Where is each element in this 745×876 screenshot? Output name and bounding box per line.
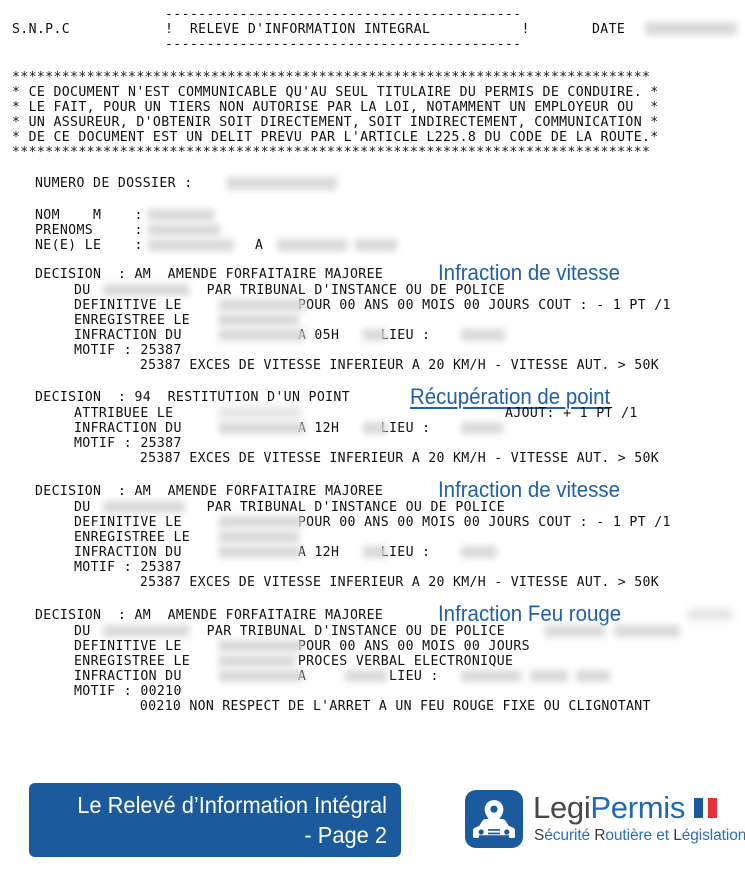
nom-value-redaction xyxy=(148,209,214,221)
notice-line: * UN ASSUREUR, D'OBTENIR SOIT DIRECTEMEN… xyxy=(12,115,659,130)
decision-motif-detail: 00210 NON RESPECT DE L'ARRET A UN FEU RO… xyxy=(74,699,651,714)
notice-line: * CE DOCUMENT N'EST COMMUNICABLE QU'AU S… xyxy=(12,85,659,100)
tagline-outiere: outière et xyxy=(605,827,674,844)
decision-lieu-redaction xyxy=(461,329,505,341)
naissance-date-redaction xyxy=(148,239,234,251)
dossier-label: NUMERO DE DOSSIER : xyxy=(35,176,193,191)
logo-word-permis: Permis xyxy=(590,790,686,825)
decision-enregistree-date-redaction xyxy=(219,314,299,326)
decision-infraction-date-redaction xyxy=(219,546,301,558)
date-value-redaction xyxy=(645,22,737,35)
decision-infraction-date-redaction xyxy=(219,422,305,434)
decision-tribunal-redaction xyxy=(545,625,605,637)
decision-motif-line: MOTIF : 25387 xyxy=(74,560,182,575)
rii-document-scan: S.N.P.C --------------------------------… xyxy=(0,0,745,760)
decision-attribuee-date-redaction xyxy=(219,407,301,419)
decision-motif-detail: 25387 EXCES DE VITESSE INFERIEUR A 20 KM… xyxy=(74,358,660,373)
dossier-number-redaction xyxy=(227,177,337,190)
decision-motif-line: MOTIF : 25387 xyxy=(74,436,182,451)
decision-line: ENREGISTREE LE xyxy=(74,530,191,545)
decision-header: DECISION : AM AMENDE FORFAITAIRE MAJOREE xyxy=(35,267,384,282)
decision-lieu-redaction xyxy=(461,546,497,558)
decision-heure-redaction xyxy=(363,422,387,434)
notice-line: * DE CE DOCUMENT EST UN DELIT PREVU PAR … xyxy=(12,130,659,145)
legipermis-logo[interactable]: LegiPermis Sécurité Routière et Législat… xyxy=(465,788,745,854)
annotation-infraction-feu-rouge: Infraction Feu rouge xyxy=(438,601,622,626)
tagline-cap-r: R xyxy=(594,827,606,844)
tagline-cap-s: S xyxy=(534,827,545,844)
banner-line-2: - Page 2 xyxy=(304,822,387,848)
decision-motif-detail: 25387 EXCES DE VITESSE INFERIEUR A 20 KM… xyxy=(74,451,660,466)
document-title-line: ! RELEVE D'INFORMATION INTEGRAL ! xyxy=(165,22,530,37)
decision-header: DECISION : AM AMENDE FORFAITAIRE MAJOREE xyxy=(35,608,384,623)
decision-header-trailing-redaction xyxy=(688,609,732,620)
decision-header: DECISION : AM AMENDE FORFAITAIRE MAJOREE xyxy=(35,484,384,499)
annotation-infraction-vitesse-2: Infraction de vitesse xyxy=(438,477,620,502)
decision-motif-line: MOTIF : 25387 xyxy=(74,343,182,358)
prenoms-label: PRENOMS : xyxy=(35,223,143,238)
notice-line: * LE FAIT, POUR UN TIERS NON AUTORISE PA… xyxy=(12,100,659,115)
decision-heure-redaction xyxy=(363,546,387,558)
decision-lieu-redaction-3 xyxy=(576,670,610,682)
decision-line: DEFINITIVE LE POUR 00 ANS 00 MOIS 00 JOU… xyxy=(74,515,671,530)
decision-enregistree-date-redaction xyxy=(219,531,299,543)
decision-infraction-date-redaction xyxy=(219,329,305,341)
tagline-egislation: égislation xyxy=(681,827,745,844)
decision-tribunal-redaction-2 xyxy=(614,625,680,637)
page-caption-banner: Le Relevé d’Information Intégral - Page … xyxy=(29,783,401,857)
tagline-ecurite: écurité xyxy=(544,827,595,844)
nom-label: NOM M : xyxy=(35,208,143,223)
naissance-at-label: A xyxy=(255,238,264,253)
decision-heure-redaction xyxy=(345,670,387,682)
prenoms-value-redaction xyxy=(148,224,220,236)
decision-du-date-redaction xyxy=(103,284,189,296)
banner-line-1: Le Relevé d’Information Intégral xyxy=(77,792,387,818)
agency-code: S.N.P.C xyxy=(12,22,71,37)
decision-lieu-redaction xyxy=(461,422,503,434)
annotation-infraction-vitesse-1: Infraction de vitesse xyxy=(438,260,620,285)
decision-definitive-date-redaction xyxy=(219,516,303,528)
notice-rule-top: ****************************************… xyxy=(12,70,651,85)
logo-word-legi: Legi xyxy=(533,790,591,825)
decision-motif-detail: 25387 EXCES DE VITESSE INFERIEUR A 20 KM… xyxy=(74,575,660,590)
decision-definitive-date-redaction xyxy=(219,299,305,311)
title-rule-bottom: ----------------------------------------… xyxy=(165,37,522,52)
naissance-lieu-redaction xyxy=(277,239,347,251)
naissance-dept-redaction xyxy=(355,239,397,251)
page-footer: Le Relevé d’Information Intégral - Page … xyxy=(0,760,745,876)
decision-lieu-redaction xyxy=(461,670,521,682)
car-location-pin-icon xyxy=(465,790,523,848)
naissance-label: NE(E) LE : xyxy=(35,238,143,253)
decision-line: ENREGISTREE LE xyxy=(74,313,191,328)
date-label: DATE xyxy=(592,22,626,37)
french-flag-icon xyxy=(694,788,718,824)
decision-lieu-redaction-2 xyxy=(530,670,568,682)
decision-definitive-date-redaction xyxy=(219,640,303,652)
logo-tagline: Sécurité Routière et Législation xyxy=(534,826,745,845)
decision-heure-redaction xyxy=(363,329,387,341)
decision-du-date-redaction xyxy=(103,501,185,513)
decision-line: ATTRIBUEE LE AJOUT: + 1 PT /1 xyxy=(74,406,638,421)
decision-line: DEFINITIVE LE POUR 00 ANS 00 MOIS 00 JOU… xyxy=(74,298,671,313)
title-rule-top: ----------------------------------------… xyxy=(165,7,522,22)
decision-header: DECISION : 94 RESTITUTION D'UN POINT xyxy=(35,390,351,405)
decision-du-date-redaction xyxy=(103,625,189,637)
logo-wordmark: LegiPermis xyxy=(533,788,718,826)
tagline-cap-l: L xyxy=(673,827,682,844)
decision-enregistree-date-redaction xyxy=(219,655,295,667)
decision-motif-line: MOTIF : 00210 xyxy=(74,684,182,699)
decision-infraction-date-redaction xyxy=(219,670,303,682)
notice-rule-bottom: ****************************************… xyxy=(12,145,651,160)
